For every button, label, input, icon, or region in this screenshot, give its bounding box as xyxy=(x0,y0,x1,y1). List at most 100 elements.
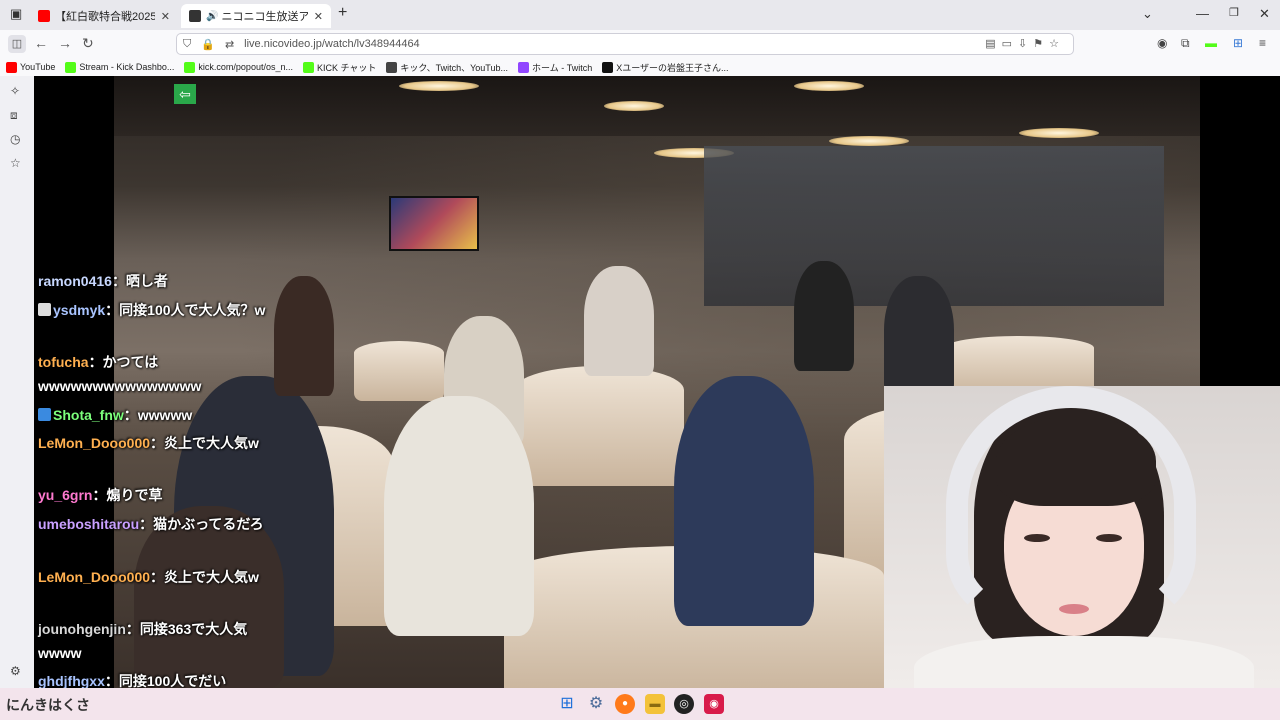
niconico-favicon-icon xyxy=(189,10,201,22)
firefox-icon[interactable]: ● xyxy=(615,694,635,714)
comment-item: ramon0416：晒し者 xyxy=(38,269,268,293)
twitch-icon xyxy=(517,61,529,73)
comment-item: yu_6grn：煽りで草 xyxy=(38,483,268,507)
comment-item: ghdjfhgxx：同接100人でだい xyxy=(38,669,268,688)
comment-text: ：煽りで草 xyxy=(92,487,163,503)
settings-gear-icon[interactable]: ⚙ xyxy=(586,694,606,714)
menu-icon[interactable]: ≡ xyxy=(1259,36,1266,50)
ceiling-lamp xyxy=(794,81,864,91)
extensions-icon[interactable]: ⧉ xyxy=(1181,36,1190,51)
tab-niconico-award[interactable]: 🔊 ニコニコ生放送アワード＆紅白... ✕ xyxy=(181,4,331,28)
taskbar-text: にんきはくさ xyxy=(6,697,90,713)
permissions-icon[interactable]: ⇄ xyxy=(225,38,234,51)
comment-user: Shota_fnw xyxy=(53,407,124,423)
new-tab-plus-icon[interactable]: + xyxy=(338,4,347,22)
forward-arrow-icon[interactable]: → xyxy=(58,35,72,51)
youtube-favicon-icon xyxy=(38,10,50,22)
ai-chatbot-icon[interactable]: ✧ xyxy=(10,84,20,98)
tab-kouhaku-uta[interactable]: 【紅白歌特合戦2025】[コメント奔... ✕ xyxy=(30,4,178,28)
extension-green-icon[interactable]: ▬ xyxy=(1205,36,1217,50)
x-icon xyxy=(602,61,614,73)
comment-text: ：同接100人でだい xyxy=(104,673,227,688)
url-text[interactable]: live.nicovideo.jp/watch/lv348944464 xyxy=(244,38,420,50)
kick-icon xyxy=(302,61,314,73)
webcam-overlay xyxy=(884,386,1280,688)
ceiling-lamp xyxy=(829,136,909,146)
restore-icon[interactable]: ❐ xyxy=(1229,6,1239,19)
comment-item: umeboshitarou：猫かぶってるだろ xyxy=(38,512,268,536)
comment-item: Shota_fnw：wwwww xyxy=(38,403,268,427)
guest xyxy=(584,266,654,376)
tab-title: ニコニコ生放送アワード＆紅白... xyxy=(221,11,308,23)
comment-user: tofucha xyxy=(38,354,89,370)
address-bar[interactable]: ⛉ 🔒 ⇄ live.nicovideo.jp/watch/lv34894446… xyxy=(176,33,1074,55)
minimize-icon[interactable]: — xyxy=(1196,6,1209,21)
bookmark-label: kick.com/popout/os_n... xyxy=(198,62,293,72)
tab-overview-icon[interactable]: ▣ xyxy=(10,6,22,22)
avatar xyxy=(38,408,51,421)
browser-sidebar: ✧ ⧈ ◷ ☆ ⚙ xyxy=(0,76,34,688)
app-red-icon[interactable]: ◉ xyxy=(704,694,724,714)
bookmark-youtube[interactable]: YouTube xyxy=(6,61,55,73)
youtube-icon xyxy=(6,61,17,73)
lips xyxy=(1059,604,1089,614)
windows-taskbar: にんきはくさ ⊞ ⚙ ● ▬ ◎ ◉ xyxy=(0,688,1280,720)
gear-icon xyxy=(386,61,398,73)
close-icon[interactable]: ✕ xyxy=(161,10,170,23)
account-icon[interactable]: ◉ xyxy=(1157,36,1167,50)
file-explorer-folder-icon[interactable]: ▬ xyxy=(645,694,665,714)
comment-overlay: ramon0416：晒し者 ysdmyk：同接100人で大人気？w tofuch… xyxy=(34,76,274,688)
bangs xyxy=(996,416,1156,506)
comment-user: ysdmyk xyxy=(53,302,106,318)
tv-monitor xyxy=(389,196,479,251)
history-clock-icon[interactable]: ◷ xyxy=(10,132,20,146)
tab-strip: ▣ 【紅白歌特合戦2025】[コメント奔... ✕ 🔊 ニコニコ生放送アワード＆… xyxy=(0,0,1280,30)
bookmarks-star-icon[interactable]: ☆ xyxy=(10,156,21,170)
video-player[interactable]: ⇦ ramon0416：晒し者 ysdmyk：同接100人で大人気？w tofu… xyxy=(34,76,1280,688)
bookmark-kick-dashboard[interactable]: Stream - Kick Dashbo... xyxy=(65,61,174,73)
guest xyxy=(884,276,954,396)
comment-item: ysdmyk：同接100人で大人気？w xyxy=(38,298,268,322)
comment-item: LeMon_Dooo000：炎上で大人気w xyxy=(38,431,268,455)
kick-icon xyxy=(65,61,77,73)
speaker-icon[interactable]: 🔊 xyxy=(206,11,218,22)
avatar xyxy=(38,303,51,316)
extension-translate-icon[interactable]: ⊞ xyxy=(1233,36,1243,50)
comment-user: ghdjfhgxx xyxy=(38,673,105,688)
comment-text: ：猫かぶってるだろ xyxy=(139,516,264,532)
settings-gear-icon[interactable]: ⚙ xyxy=(10,664,21,678)
left-eye xyxy=(1024,534,1050,542)
round-table xyxy=(514,366,684,486)
bookmark-twitch[interactable]: ホーム - Twitch xyxy=(517,61,592,74)
address-bar-actions[interactable]: ▤▭⇩⚑☆ xyxy=(985,37,1065,50)
ceiling-lamp xyxy=(1019,128,1099,138)
synced-tabs-icon[interactable]: ⧈ xyxy=(10,108,18,123)
window-close-icon[interactable]: ✕ xyxy=(1259,6,1270,22)
lock-icon[interactable]: 🔒 xyxy=(201,38,215,51)
back-arrow-icon[interactable]: ← xyxy=(34,35,48,51)
close-icon[interactable]: ✕ xyxy=(314,10,323,23)
comment-user: jounohgenjin xyxy=(38,621,126,637)
bookmark-kick-chat[interactable]: KICK チャット xyxy=(302,61,376,74)
bookmarks-bar: YouTube Stream - Kick Dashbo... kick.com… xyxy=(0,58,1280,76)
right-eye xyxy=(1096,534,1122,542)
tab-title: 【紅白歌特合戦2025】[コメント奔... xyxy=(55,11,155,23)
bookmark-multi-chat[interactable]: キック、Twitch、YouTub... xyxy=(386,61,508,74)
bookmark-x[interactable]: Xユーザーの岩盤王子さん... xyxy=(602,61,729,74)
bookmark-label: キック、Twitch、YouTub... xyxy=(400,62,508,73)
kick-icon xyxy=(184,61,196,73)
guest xyxy=(794,261,854,371)
windows-start-icon[interactable]: ⊞ xyxy=(557,694,577,714)
navigation-bar: ◫ ← → ↻ ⛉ 🔒 ⇄ live.nicovideo.jp/watch/lv… xyxy=(0,30,1280,58)
ceiling-lamp xyxy=(399,81,479,91)
comment-user: umeboshitarou xyxy=(38,516,140,532)
round-table xyxy=(354,341,444,401)
sidebar-toggle-icon[interactable]: ◫ xyxy=(8,35,26,53)
list-tabs-chevron-down-icon[interactable]: ⌄ xyxy=(1142,6,1153,22)
shield-icon[interactable]: ⛉ xyxy=(183,38,191,51)
bookmark-kick-popout[interactable]: kick.com/popout/os_n... xyxy=(184,61,293,73)
comment-item: LeMon_Dooo000：炎上で大人気w xyxy=(38,565,268,589)
comment-text: ：炎上で大人気w xyxy=(150,435,259,451)
reload-icon[interactable]: ↻ xyxy=(82,35,94,52)
obs-icon[interactable]: ◎ xyxy=(674,694,694,714)
